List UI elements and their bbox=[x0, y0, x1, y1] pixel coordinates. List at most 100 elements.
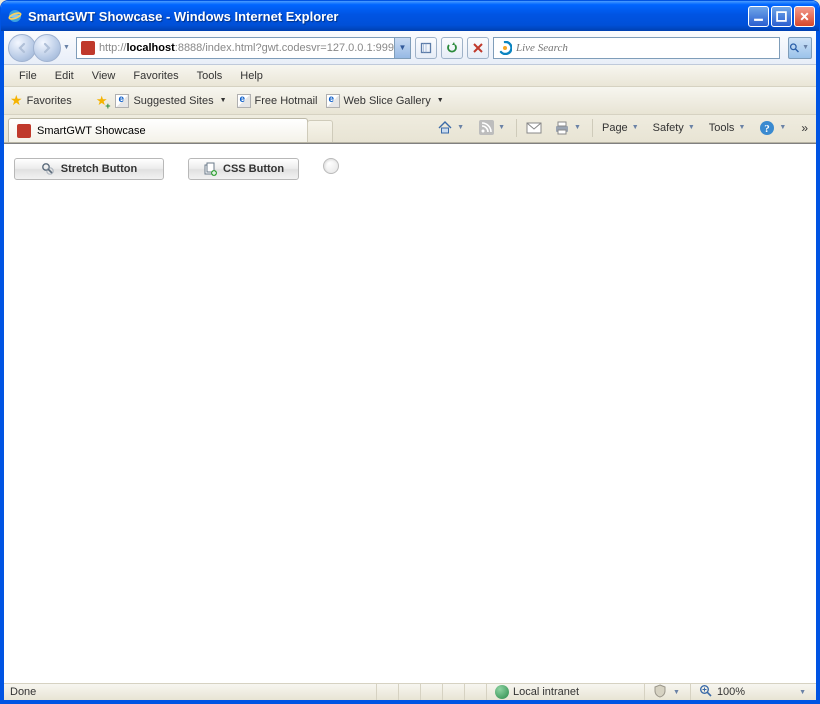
search-input[interactable] bbox=[516, 42, 775, 54]
maximize-button[interactable] bbox=[771, 6, 792, 27]
tab-title: SmartGWT Showcase bbox=[37, 125, 146, 137]
free-hotmail-link[interactable]: Free Hotmail bbox=[237, 94, 318, 108]
status-pane-empty bbox=[464, 684, 486, 700]
minimize-button[interactable] bbox=[748, 6, 769, 27]
status-pane-empty bbox=[376, 684, 398, 700]
add-files-icon bbox=[203, 162, 217, 176]
add-favorite-icon: ★ + bbox=[96, 93, 108, 109]
chevron-down-icon: ▼ bbox=[779, 124, 786, 131]
page-menu[interactable]: Page ▼ bbox=[599, 120, 644, 136]
favorites-button[interactable]: ★ Favorites bbox=[10, 92, 72, 109]
tools-label: Tools bbox=[709, 122, 735, 134]
css-button[interactable]: CSS Button bbox=[188, 158, 299, 180]
home-icon bbox=[437, 120, 453, 136]
chevron-down-icon: ▼ bbox=[632, 124, 639, 131]
menu-help[interactable]: Help bbox=[231, 67, 272, 85]
shield-icon bbox=[653, 684, 667, 701]
page-icon bbox=[237, 94, 251, 108]
status-pane-empty bbox=[398, 684, 420, 700]
chevron-down-icon: ▼ bbox=[220, 97, 227, 104]
find-icon bbox=[41, 162, 55, 176]
zoom-icon bbox=[699, 684, 713, 701]
menu-view[interactable]: View bbox=[83, 67, 125, 85]
command-bar: ▼ ▼ ▼ Page ▼ Safety ▼ Tools ▼ ? ▼ bbox=[434, 115, 812, 142]
suggested-sites-label: Suggested Sites bbox=[133, 95, 213, 107]
star-icon: ★ bbox=[10, 92, 23, 109]
nav-history-dropdown[interactable]: ▼ bbox=[63, 44, 70, 51]
bing-icon bbox=[498, 41, 512, 55]
help-icon: ? bbox=[759, 120, 775, 136]
chevron-down-icon: ▼ bbox=[574, 124, 581, 131]
radio-img-button[interactable] bbox=[323, 158, 339, 174]
stretch-button-label: Stretch Button bbox=[61, 163, 137, 175]
suggested-sites-link[interactable]: Suggested Sites ▼ bbox=[115, 94, 228, 108]
rss-icon bbox=[478, 120, 494, 136]
new-tab-button[interactable] bbox=[307, 120, 333, 142]
status-pane-empty bbox=[420, 684, 442, 700]
address-bar[interactable]: http://localhost:8888/index.html?gwt.cod… bbox=[76, 37, 411, 59]
zoom-pane[interactable]: 100% ▼ bbox=[690, 684, 816, 700]
window-title: SmartGWT Showcase - Windows Internet Exp… bbox=[28, 9, 748, 24]
url-protocol: http:// bbox=[99, 42, 127, 54]
address-dropdown[interactable]: ▼ bbox=[394, 38, 410, 58]
mail-icon bbox=[526, 120, 542, 136]
security-zone-pane[interactable]: Local intranet bbox=[486, 684, 644, 700]
window-titlebar: SmartGWT Showcase - Windows Internet Exp… bbox=[1, 1, 819, 31]
search-box[interactable] bbox=[493, 37, 780, 59]
page-content: Stretch Button CSS Button bbox=[4, 143, 816, 683]
search-go-button[interactable]: ▼ bbox=[788, 37, 812, 59]
menu-file[interactable]: File bbox=[10, 67, 46, 85]
compat-view-button[interactable] bbox=[415, 37, 437, 59]
help-button[interactable]: ? ▼ bbox=[756, 118, 791, 138]
chevron-down-icon: ▼ bbox=[498, 124, 505, 131]
svg-text:?: ? bbox=[765, 123, 771, 135]
menu-tools[interactable]: Tools bbox=[188, 67, 232, 85]
chevron-down-icon: ▼ bbox=[688, 124, 695, 131]
separator bbox=[516, 119, 517, 137]
page-icon bbox=[326, 94, 340, 108]
menu-favorites[interactable]: Favorites bbox=[124, 67, 187, 85]
zoom-level: 100% bbox=[717, 686, 745, 698]
feeds-button[interactable]: ▼ bbox=[475, 118, 510, 138]
chevron-down-icon: ▼ bbox=[437, 97, 444, 104]
read-mail-button[interactable] bbox=[523, 118, 545, 138]
forward-button[interactable] bbox=[33, 34, 61, 62]
close-button[interactable] bbox=[794, 6, 815, 27]
printer-icon bbox=[554, 120, 570, 136]
site-favicon-icon bbox=[81, 41, 95, 55]
chevron-down-icon: ▼ bbox=[457, 124, 464, 131]
url-host: localhost bbox=[126, 42, 174, 54]
web-slice-label: Web Slice Gallery bbox=[344, 95, 431, 107]
page-label: Page bbox=[602, 122, 628, 134]
status-text-pane: Done bbox=[4, 684, 376, 700]
protected-mode-pane[interactable]: ▼ bbox=[644, 684, 690, 700]
refresh-button[interactable] bbox=[441, 37, 463, 59]
tools-menu[interactable]: Tools ▼ bbox=[706, 120, 751, 136]
url-path: :8888/index.html?gwt.codesvr=127.0.0.1:9… bbox=[175, 42, 394, 54]
menu-edit[interactable]: Edit bbox=[46, 67, 83, 85]
ie-app-icon bbox=[7, 8, 23, 24]
safety-menu[interactable]: Safety ▼ bbox=[650, 120, 700, 136]
stop-button[interactable] bbox=[467, 37, 489, 59]
favorites-label: Favorites bbox=[27, 95, 72, 107]
globe-icon bbox=[495, 685, 509, 699]
site-favicon-icon bbox=[17, 124, 31, 138]
print-button[interactable]: ▼ bbox=[551, 118, 586, 138]
chevron-down-icon: ▼ bbox=[738, 124, 745, 131]
status-text: Done bbox=[10, 686, 36, 698]
web-slice-gallery-link[interactable]: Web Slice Gallery ▼ bbox=[326, 94, 446, 108]
chevron-down-icon: ▼ bbox=[673, 689, 680, 696]
favorites-bar: ★ Favorites ★ + Suggested Sites ▼ Free H… bbox=[4, 87, 816, 115]
safety-label: Safety bbox=[653, 122, 684, 134]
tab-smartgwt-showcase[interactable]: SmartGWT Showcase bbox=[8, 118, 308, 142]
chevron-down-icon: ▼ bbox=[799, 689, 806, 696]
css-button-label: CSS Button bbox=[223, 163, 284, 175]
back-button[interactable] bbox=[8, 34, 36, 62]
home-button[interactable]: ▼ bbox=[434, 118, 469, 138]
menu-bar: File Edit View Favorites Tools Help bbox=[4, 65, 816, 87]
add-favorite-button[interactable]: ★ + bbox=[96, 93, 108, 109]
status-bar: Done Local intranet ▼ 100% ▼ bbox=[4, 683, 816, 703]
stretch-button[interactable]: Stretch Button bbox=[14, 158, 164, 180]
overflow-button[interactable]: » bbox=[797, 121, 812, 135]
status-pane-empty bbox=[442, 684, 464, 700]
